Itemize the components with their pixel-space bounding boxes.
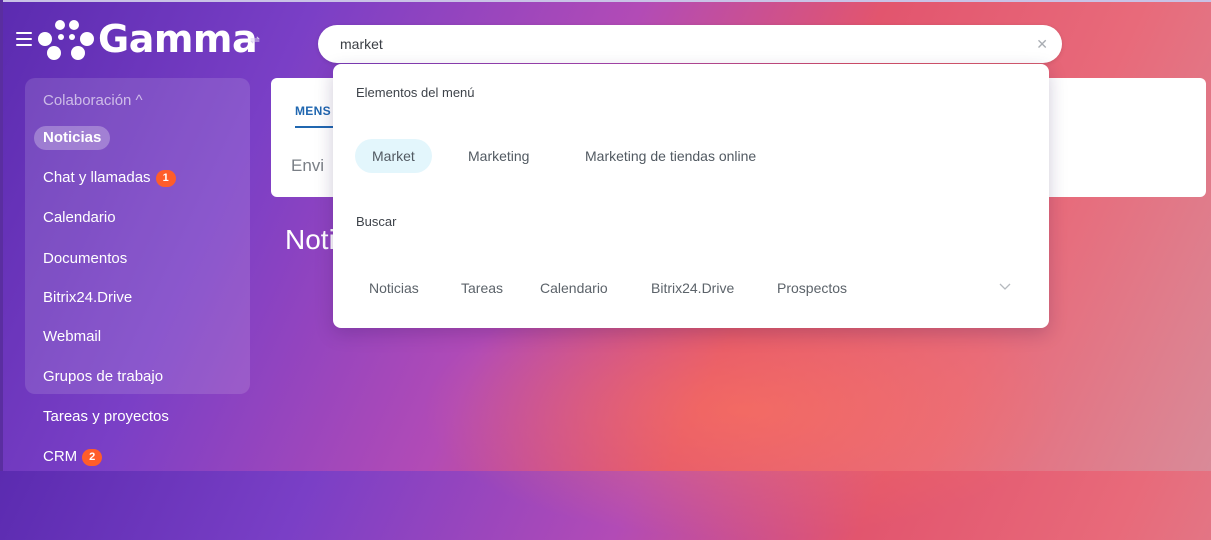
search-box: ✕ [318,25,1062,63]
menu-items-section-title: Elementos del menú [356,85,475,100]
sidebar-item-label: Bitrix24.Drive [43,289,133,306]
sidebar-item-label: Chat y llamadas [43,169,151,186]
notification-badge: 2 [82,449,103,466]
search-category-calendario[interactable]: Calendario [540,279,608,297]
chevron-down-icon[interactable] [998,279,1012,293]
sidebar-item-label: CRM [43,448,78,465]
post-input[interactable]: Envi [291,156,324,176]
sidebar-item-grupos[interactable]: Grupos de trabajo [43,367,163,387]
search-results-dropdown: Elementos del menú Market Marketing Mark… [333,64,1049,328]
sidebar-item-label: Tareas y proyectos [43,408,169,425]
window-frame-left [0,0,3,471]
sidebar-item-label: Calendario [43,209,116,226]
sidebar-item-chat[interactable]: Chat y llamadas 1 [43,168,176,188]
search-category-drive[interactable]: Bitrix24.Drive [651,279,734,297]
sidebar-section-colaboracion[interactable]: Colaboración ^ [43,91,143,111]
sidebar-item-tareas[interactable]: Tareas y proyectos [43,407,169,427]
sidebar-item-crm[interactable]: CRM 2 [43,447,103,467]
gamma-logo-icon [38,20,94,60]
sidebar-item-label: Noticias [43,129,102,146]
sidebar-item-label: Grupos de trabajo [43,368,164,385]
clear-search-icon[interactable]: ✕ [1036,35,1048,53]
search-input[interactable] [340,34,1020,54]
sidebar-item-label: Webmail [43,328,102,345]
swap-icon[interactable]: ⇌ [250,34,260,46]
menu-result-marketing[interactable]: Marketing [451,139,546,173]
search-section-title: Buscar [356,214,397,229]
sidebar-item-label: Documentos [43,250,128,267]
notification-badge: 1 [155,170,176,187]
logo-text[interactable]: Gamma [98,17,258,61]
sidebar-item-documentos[interactable]: Documentos [43,249,127,269]
page-title: Noti [285,224,335,255]
window-frame-top [0,0,1211,2]
search-category-noticias[interactable]: Noticias [369,279,419,297]
menu-result-marketing-tiendas[interactable]: Marketing de tiendas online [568,139,773,173]
tab-mensaje[interactable]: MENS [295,104,331,118]
search-category-tareas[interactable]: Tareas [461,279,503,297]
sidebar-item-noticias[interactable]: Noticias [34,126,111,150]
menu-icon[interactable] [16,32,32,46]
menu-result-market[interactable]: Market [355,139,432,173]
active-tab-underline [295,126,335,128]
search-category-prospectos[interactable]: Prospectos [777,279,847,297]
sidebar-item-drive[interactable]: Bitrix24.Drive [43,288,132,308]
sidebar-item-webmail[interactable]: Webmail [43,327,101,347]
sidebar-item-calendario[interactable]: Calendario [43,208,116,228]
